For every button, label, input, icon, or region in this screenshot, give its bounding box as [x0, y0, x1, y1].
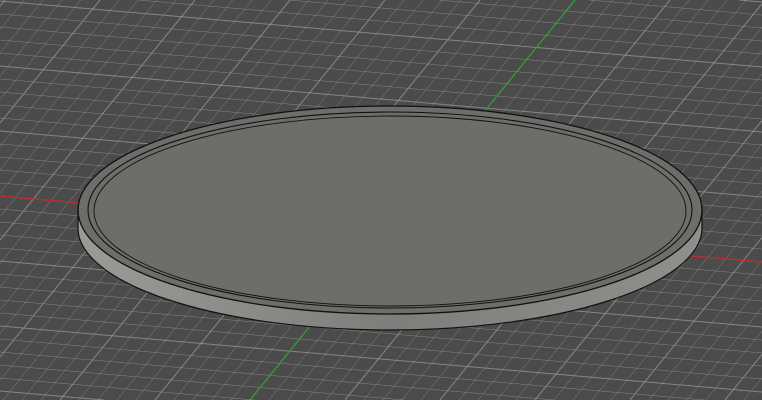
grid-line [0, 351, 555, 400]
3d-scene[interactable] [0, 0, 762, 400]
grid-line [0, 0, 44, 54]
grid-line [0, 364, 405, 400]
grid-line [0, 0, 120, 147]
grid-line [0, 377, 255, 400]
grid-line [0, 325, 762, 393]
grid-line [0, 39, 762, 107]
grid-line [738, 0, 762, 3]
grid-line [0, 390, 104, 400]
grid-line [0, 13, 762, 81]
grid-line [743, 377, 762, 400]
grid-line [0, 0, 762, 68]
cad-viewport[interactable] [0, 0, 762, 400]
disc-top-face [77, 105, 703, 315]
grid-line [0, 0, 63, 77]
grid-line [288, 0, 762, 42]
grid-line [138, 0, 762, 55]
disc-model[interactable] [77, 105, 703, 331]
grid-line [0, 26, 762, 94]
grid-line [438, 0, 762, 29]
grid-line [588, 0, 762, 16]
grid-line [0, 0, 25, 30]
grid-line [667, 284, 762, 400]
grid-line [648, 260, 762, 400]
